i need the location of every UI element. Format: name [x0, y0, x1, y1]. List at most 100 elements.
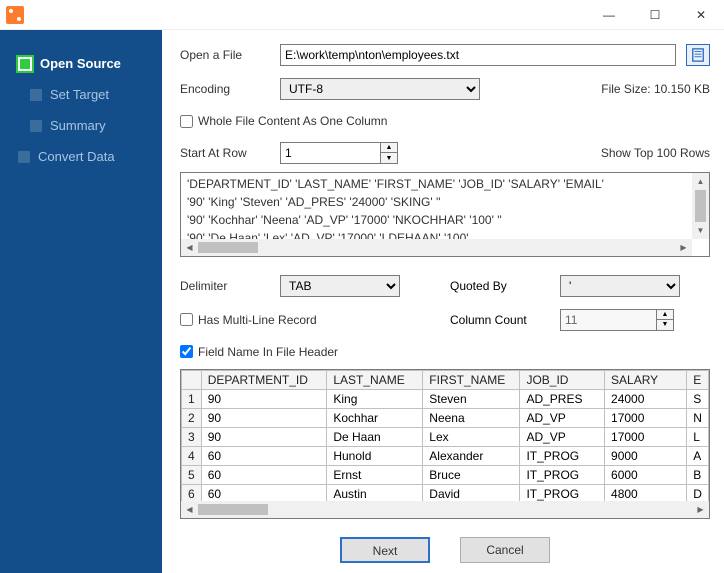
column-header[interactable]: DEPARTMENT_ID: [201, 370, 327, 389]
cell[interactable]: Alexander: [423, 446, 520, 465]
app-icon: [6, 6, 24, 24]
cell[interactable]: 6000: [605, 465, 687, 484]
cell[interactable]: Kochhar: [327, 408, 423, 427]
column-header[interactable]: E: [687, 370, 709, 389]
row-number: 4: [182, 446, 202, 465]
column-count-label: Column Count: [450, 313, 550, 327]
start-at-input[interactable]: [280, 142, 380, 164]
next-button[interactable]: Next: [340, 537, 430, 563]
column-count-input[interactable]: [560, 309, 656, 331]
spin-down-icon[interactable]: ▼: [381, 153, 397, 163]
cell[interactable]: 17000: [605, 427, 687, 446]
cell[interactable]: IT_PROG: [520, 465, 605, 484]
sidebar-item-set-target[interactable]: Set Target: [0, 79, 162, 110]
cell[interactable]: King: [327, 389, 423, 408]
spin-up-icon[interactable]: ▲: [657, 310, 673, 320]
field-name-checkbox-wrap[interactable]: Field Name In File Header: [180, 345, 338, 359]
scroll-left-icon[interactable]: ◀: [181, 501, 198, 518]
column-header[interactable]: JOB_ID: [520, 370, 605, 389]
whole-file-checkbox[interactable]: [180, 115, 193, 128]
table-row[interactable]: 390De HaanLexAD_VP17000L: [182, 427, 709, 446]
sidebar-item-summary[interactable]: Summary: [0, 110, 162, 141]
preview-line: '90' 'King' 'Steven' 'AD_PRES' '24000' '…: [187, 195, 703, 213]
file-path-input[interactable]: [280, 44, 676, 66]
sidebar-label: Set Target: [50, 87, 109, 102]
step-marker-icon: [18, 151, 30, 163]
cell[interactable]: Neena: [423, 408, 520, 427]
encoding-select[interactable]: UTF-8: [280, 78, 480, 100]
sidebar-label: Summary: [50, 118, 106, 133]
maximize-button[interactable]: ☐: [632, 0, 678, 30]
start-at-label: Start At Row: [180, 146, 270, 160]
cell[interactable]: AD_VP: [520, 427, 605, 446]
vertical-scrollbar[interactable]: ▲ ▼: [692, 173, 709, 239]
cell[interactable]: 90: [201, 427, 327, 446]
grid-horizontal-scrollbar[interactable]: ◀ ▶: [181, 501, 709, 518]
sidebar-label: Convert Data: [38, 149, 115, 164]
multiline-checkbox-wrap[interactable]: Has Multi-Line Record: [180, 313, 317, 327]
scroll-up-icon[interactable]: ▲: [692, 173, 709, 190]
scroll-down-icon[interactable]: ▼: [692, 222, 709, 239]
spin-up-icon[interactable]: ▲: [381, 143, 397, 153]
cell[interactable]: N: [687, 408, 709, 427]
cell[interactable]: S: [687, 389, 709, 408]
column-header[interactable]: FIRST_NAME: [423, 370, 520, 389]
cell[interactable]: Ernst: [327, 465, 423, 484]
cell[interactable]: Steven: [423, 389, 520, 408]
table-row[interactable]: 560ErnstBruceIT_PROG6000B: [182, 465, 709, 484]
scroll-thumb[interactable]: [695, 190, 706, 222]
table-row[interactable]: 290KochharNeenaAD_VP17000N: [182, 408, 709, 427]
scroll-thumb[interactable]: [198, 504, 268, 515]
cell[interactable]: AD_VP: [520, 408, 605, 427]
whole-file-checkbox-wrap[interactable]: Whole File Content As One Column: [180, 114, 387, 128]
cell[interactable]: AD_PRES: [520, 389, 605, 408]
table-row[interactable]: 460HunoldAlexanderIT_PROG9000A: [182, 446, 709, 465]
main-panel: Open a File Encoding UTF-8 File Size: 10…: [162, 30, 724, 573]
quoted-by-select[interactable]: ': [560, 275, 680, 297]
scroll-left-icon[interactable]: ◀: [181, 239, 198, 256]
sidebar-item-convert-data[interactable]: Convert Data: [0, 141, 162, 172]
cancel-button[interactable]: Cancel: [460, 537, 550, 563]
minimize-button[interactable]: —: [586, 0, 632, 30]
cell[interactable]: 17000: [605, 408, 687, 427]
cell[interactable]: 90: [201, 408, 327, 427]
cell[interactable]: 90: [201, 389, 327, 408]
sidebar-item-open-source[interactable]: Open Source: [0, 48, 162, 79]
grid-corner: [182, 370, 202, 389]
start-at-spinner[interactable]: ▲▼: [280, 142, 398, 164]
close-button[interactable]: ✕: [678, 0, 724, 30]
cell[interactable]: De Haan: [327, 427, 423, 446]
cell[interactable]: B: [687, 465, 709, 484]
cell[interactable]: Lex: [423, 427, 520, 446]
title-bar: — ☐ ✕: [0, 0, 724, 30]
browse-file-button[interactable]: [686, 44, 710, 66]
cell[interactable]: Bruce: [423, 465, 520, 484]
field-name-checkbox[interactable]: [180, 345, 193, 358]
cell[interactable]: 60: [201, 465, 327, 484]
cell[interactable]: 24000: [605, 389, 687, 408]
column-header[interactable]: SALARY: [605, 370, 687, 389]
document-icon: [691, 48, 705, 62]
preview-line: 'DEPARTMENT_ID' 'LAST_NAME' 'FIRST_NAME'…: [187, 177, 703, 195]
column-header[interactable]: LAST_NAME: [327, 370, 423, 389]
cell[interactable]: 9000: [605, 446, 687, 465]
cell[interactable]: IT_PROG: [520, 446, 605, 465]
open-file-label: Open a File: [180, 48, 270, 62]
spin-down-icon[interactable]: ▼: [657, 320, 673, 330]
file-size-label: File Size: 10.150 KB: [601, 82, 710, 96]
cell[interactable]: A: [687, 446, 709, 465]
cell[interactable]: L: [687, 427, 709, 446]
scroll-right-icon[interactable]: ▶: [692, 501, 709, 518]
horizontal-scrollbar[interactable]: ◀ ▶: [181, 239, 692, 256]
scroll-thumb[interactable]: [198, 242, 258, 253]
wizard-sidebar: Open Source Set Target Summary Convert D…: [0, 30, 162, 573]
scroll-right-icon[interactable]: ▶: [675, 239, 692, 256]
cell[interactable]: Hunold: [327, 446, 423, 465]
row-number: 1: [182, 389, 202, 408]
table-row[interactable]: 190KingStevenAD_PRES24000S: [182, 389, 709, 408]
cell[interactable]: 60: [201, 446, 327, 465]
field-name-label: Field Name In File Header: [198, 345, 338, 359]
multiline-checkbox[interactable]: [180, 313, 193, 326]
column-count-spinner[interactable]: ▲▼: [560, 309, 674, 331]
delimiter-select[interactable]: TAB: [280, 275, 400, 297]
